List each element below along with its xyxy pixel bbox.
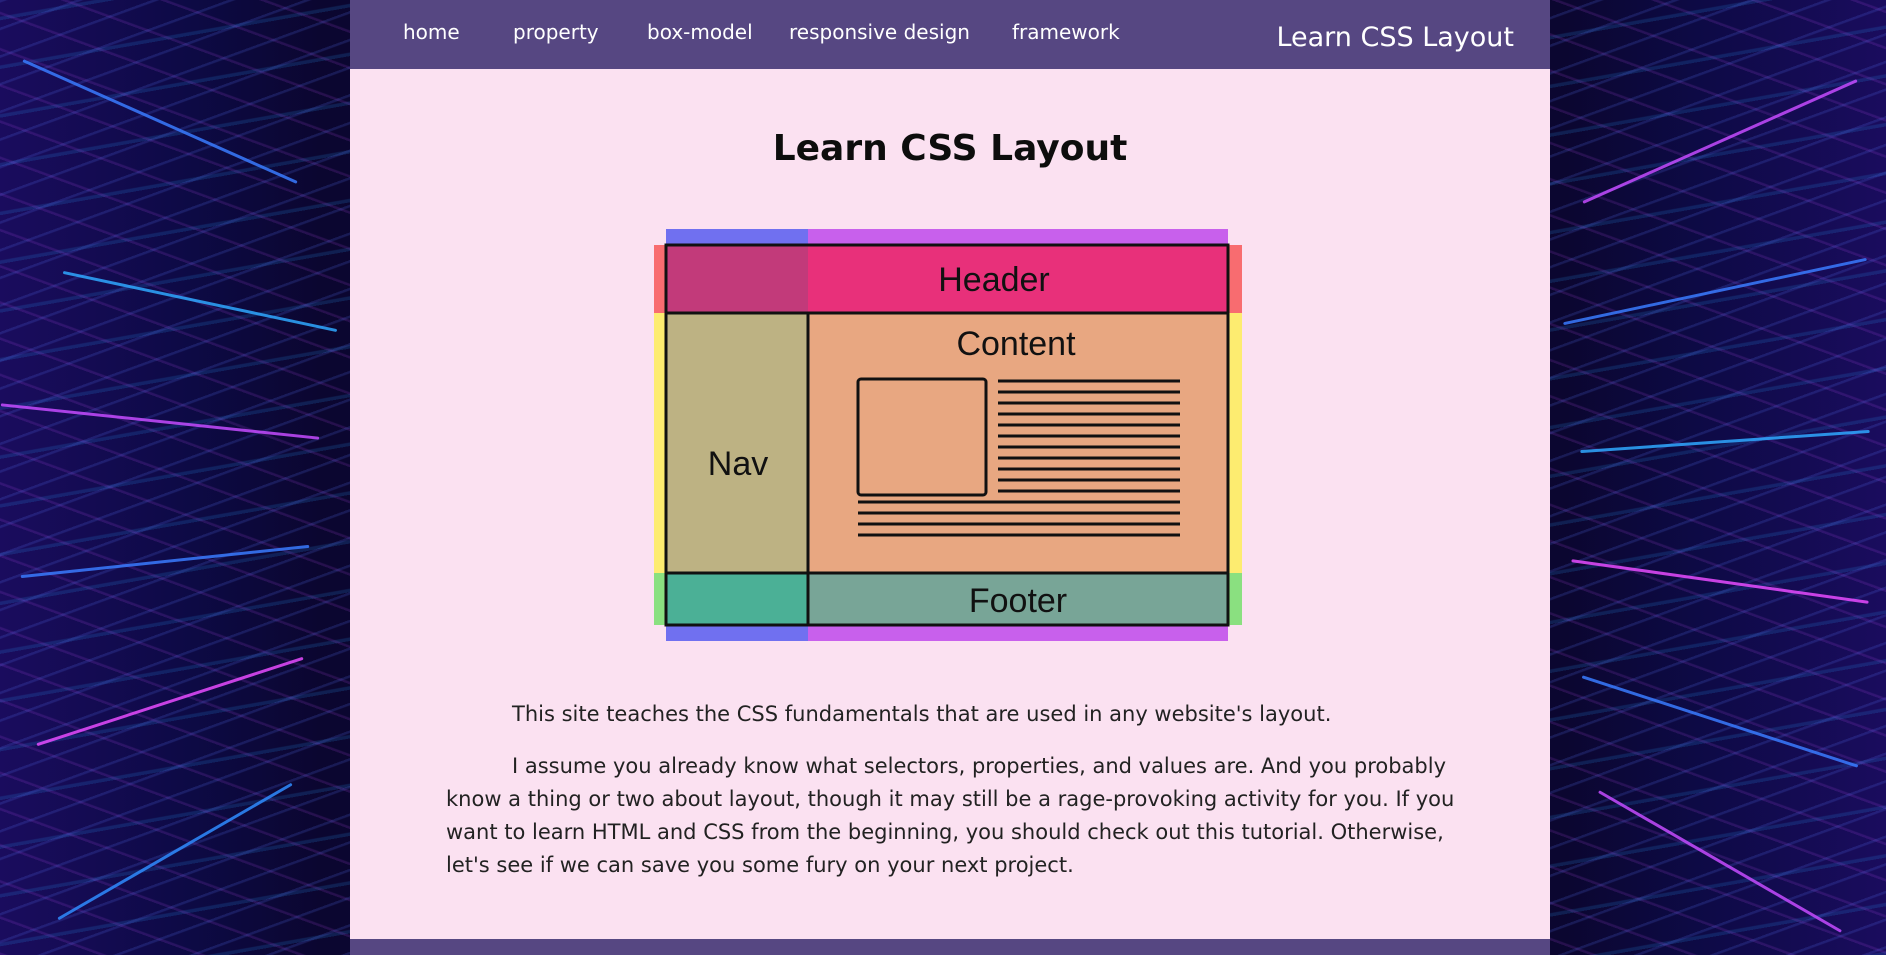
layout-diagram: Header Nav Content Footer [654,229,1242,641]
diagram-header-corner [666,245,808,313]
diagram-band-right-top [1228,245,1242,313]
intro-paragraph: This site teaches the CSS fundamentals t… [512,702,1332,726]
diagram-band-right-middle [1228,313,1242,573]
diagram-nav-label: Nav [708,445,768,483]
nav-link-box-model[interactable]: box-model [647,20,753,44]
diagram-band-top-right [808,229,1228,245]
diagram-footer-corner [666,573,808,625]
intro-text: This site teaches the CSS fundamentals t… [446,698,1456,901]
diagram-band-left-bottom [654,573,666,625]
diagram-footer-label: Footer [969,582,1067,620]
nav-link-framework[interactable]: framework [1012,20,1120,44]
diagram-band-left-middle [654,313,666,573]
intro-paragraph: I assume you already know what selectors… [446,754,1455,877]
diagram-band-left-top [654,245,666,313]
diagram-nav [666,313,808,573]
diagram-band-top-left [666,229,808,245]
page-container: home property box-model responsive desig… [350,0,1550,955]
diagram-band-bottom-right [808,625,1228,641]
page-title: Learn CSS Layout [772,128,1128,169]
diagram-content-label: Content [956,325,1076,363]
diagram-header-label: Header [938,261,1050,299]
nav-link-property[interactable]: property [513,20,599,44]
nav-link-responsive-design[interactable]: responsive design [789,20,970,44]
diagram-band-bottom-left [666,625,808,641]
site-brand[interactable]: Learn CSS Layout [1276,22,1514,53]
nav-link-home[interactable]: home [403,20,460,44]
footer-bar [350,939,1550,955]
diagram-band-right-bottom [1228,573,1242,625]
top-navigation-bar: home property box-model responsive desig… [350,0,1550,69]
